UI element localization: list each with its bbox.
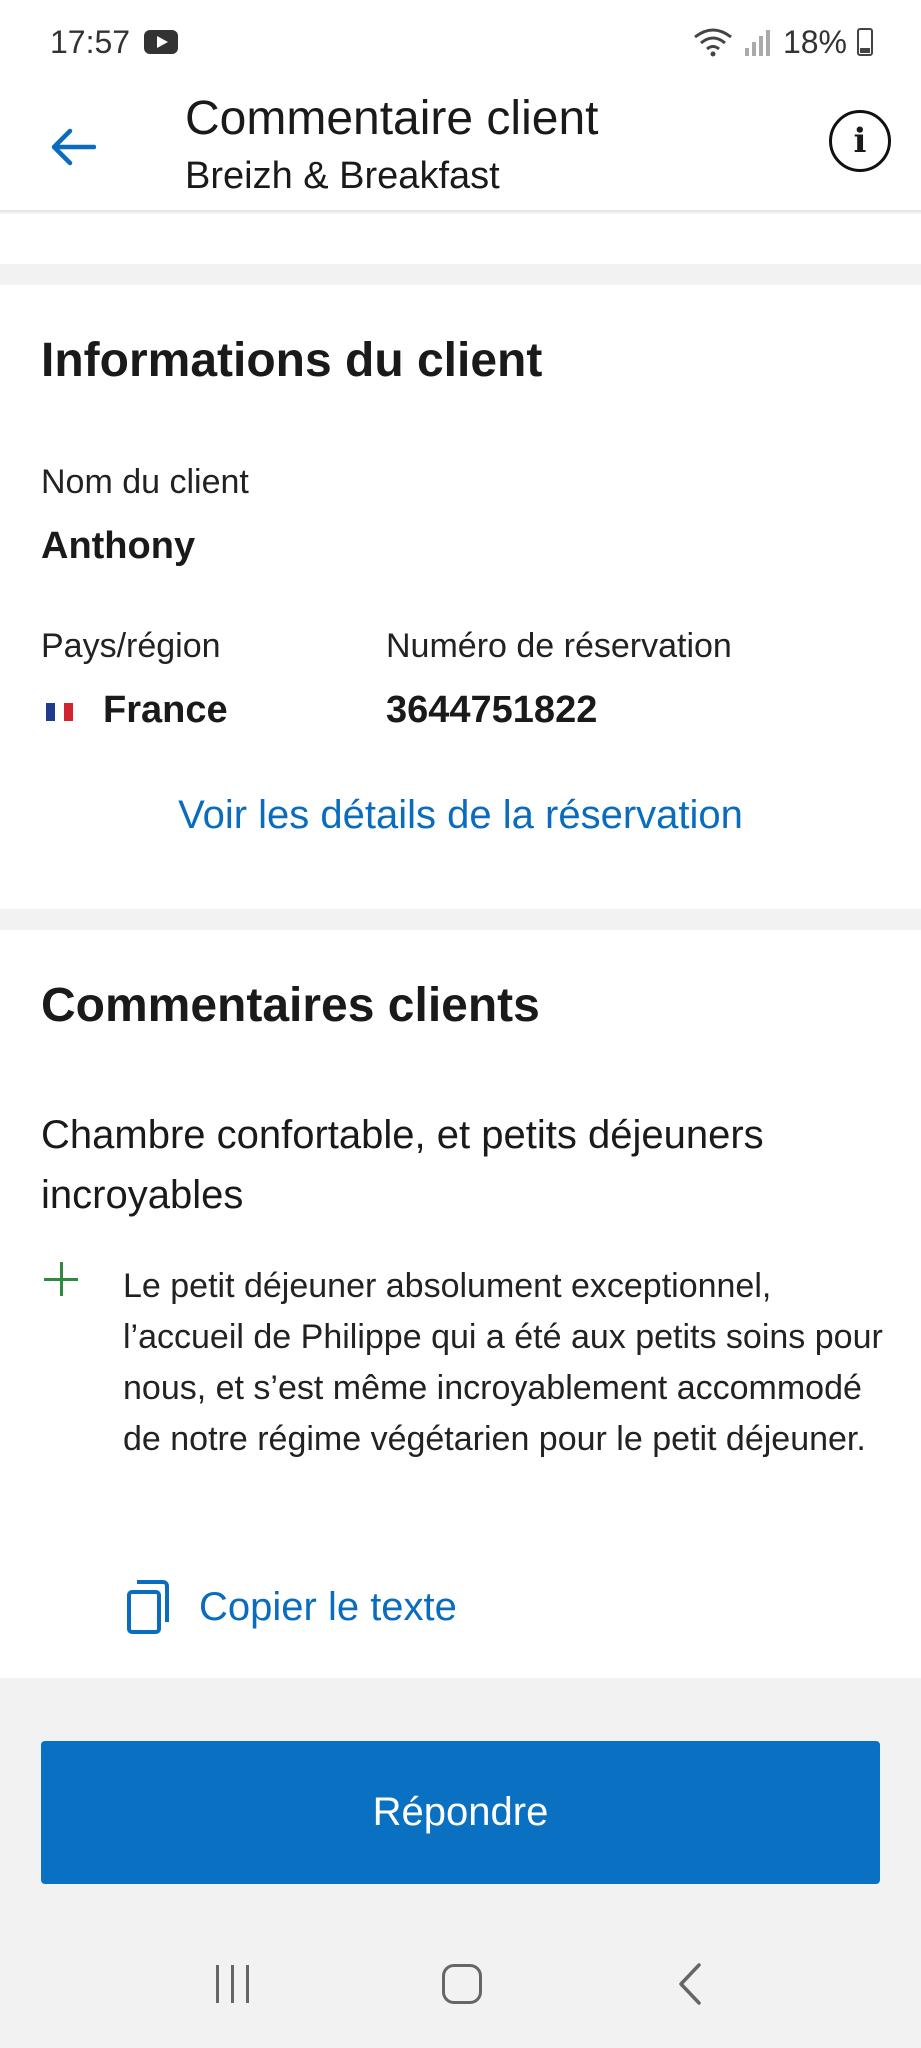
client-info-title: Informations du client (41, 334, 543, 387)
header-titles: Commentaire client Breizh & Breakfast (185, 88, 598, 202)
client-name-value: Anthony (41, 525, 196, 567)
country-label: Pays/région (41, 627, 221, 665)
review-positive-text: Le petit déjeuner absolument exceptionne… (123, 1267, 883, 1458)
nav-back-icon[interactable] (675, 1961, 705, 2007)
home-button[interactable] (441, 1964, 482, 2004)
country-value-row: France (46, 689, 228, 732)
arrow-left-icon (51, 128, 96, 166)
reviews-title: Commentaires clients (41, 979, 540, 1032)
youtube-icon (144, 30, 179, 54)
copy-icon (127, 1580, 169, 1634)
review-title: Chambre confortable, et petits déjeuners… (41, 1113, 764, 1217)
wifi-icon (694, 28, 732, 57)
app-header: Commentaire client Breizh & Breakfast i (0, 84, 921, 212)
info-icon: i (853, 121, 867, 161)
booking-number-label: Numéro de réservation (386, 627, 732, 665)
copy-text-button[interactable]: Copier le texte (123, 1578, 457, 1636)
signal-icon (744, 30, 770, 56)
page-subtitle: Breizh & Breakfast (185, 155, 500, 197)
status-bar: 17:57 18% (0, 0, 921, 84)
page-title: Commentaire client (185, 92, 599, 145)
info-button[interactable]: i (829, 110, 891, 172)
country-value: France (103, 689, 228, 731)
battery-icon (857, 28, 873, 56)
client-info-card: Informations du client Nom du client Ant… (0, 285, 921, 909)
france-flag-icon (46, 702, 73, 721)
screen: 17:57 18% Commentaire client Breizh & Br… (0, 0, 921, 2048)
status-time: 17:57 (50, 23, 131, 60)
status-left: 17:57 (50, 23, 179, 61)
reply-button[interactable]: Répondre (41, 1741, 880, 1884)
previous-card-strip (0, 214, 921, 264)
view-reservation-link[interactable]: Voir les détails de la réservation (0, 793, 921, 838)
booking-number-value: 3644751822 (386, 689, 598, 731)
battery-percent: 18% (782, 23, 847, 60)
recent-apps-button[interactable] (216, 1965, 250, 2003)
back-button[interactable] (40, 114, 106, 180)
plus-icon (44, 1262, 78, 1296)
system-nav-bar (0, 1920, 921, 2048)
copy-text-label: Copier le texte (199, 1584, 457, 1629)
status-right: 18% (693, 24, 873, 61)
client-name-label: Nom du client (41, 463, 249, 501)
